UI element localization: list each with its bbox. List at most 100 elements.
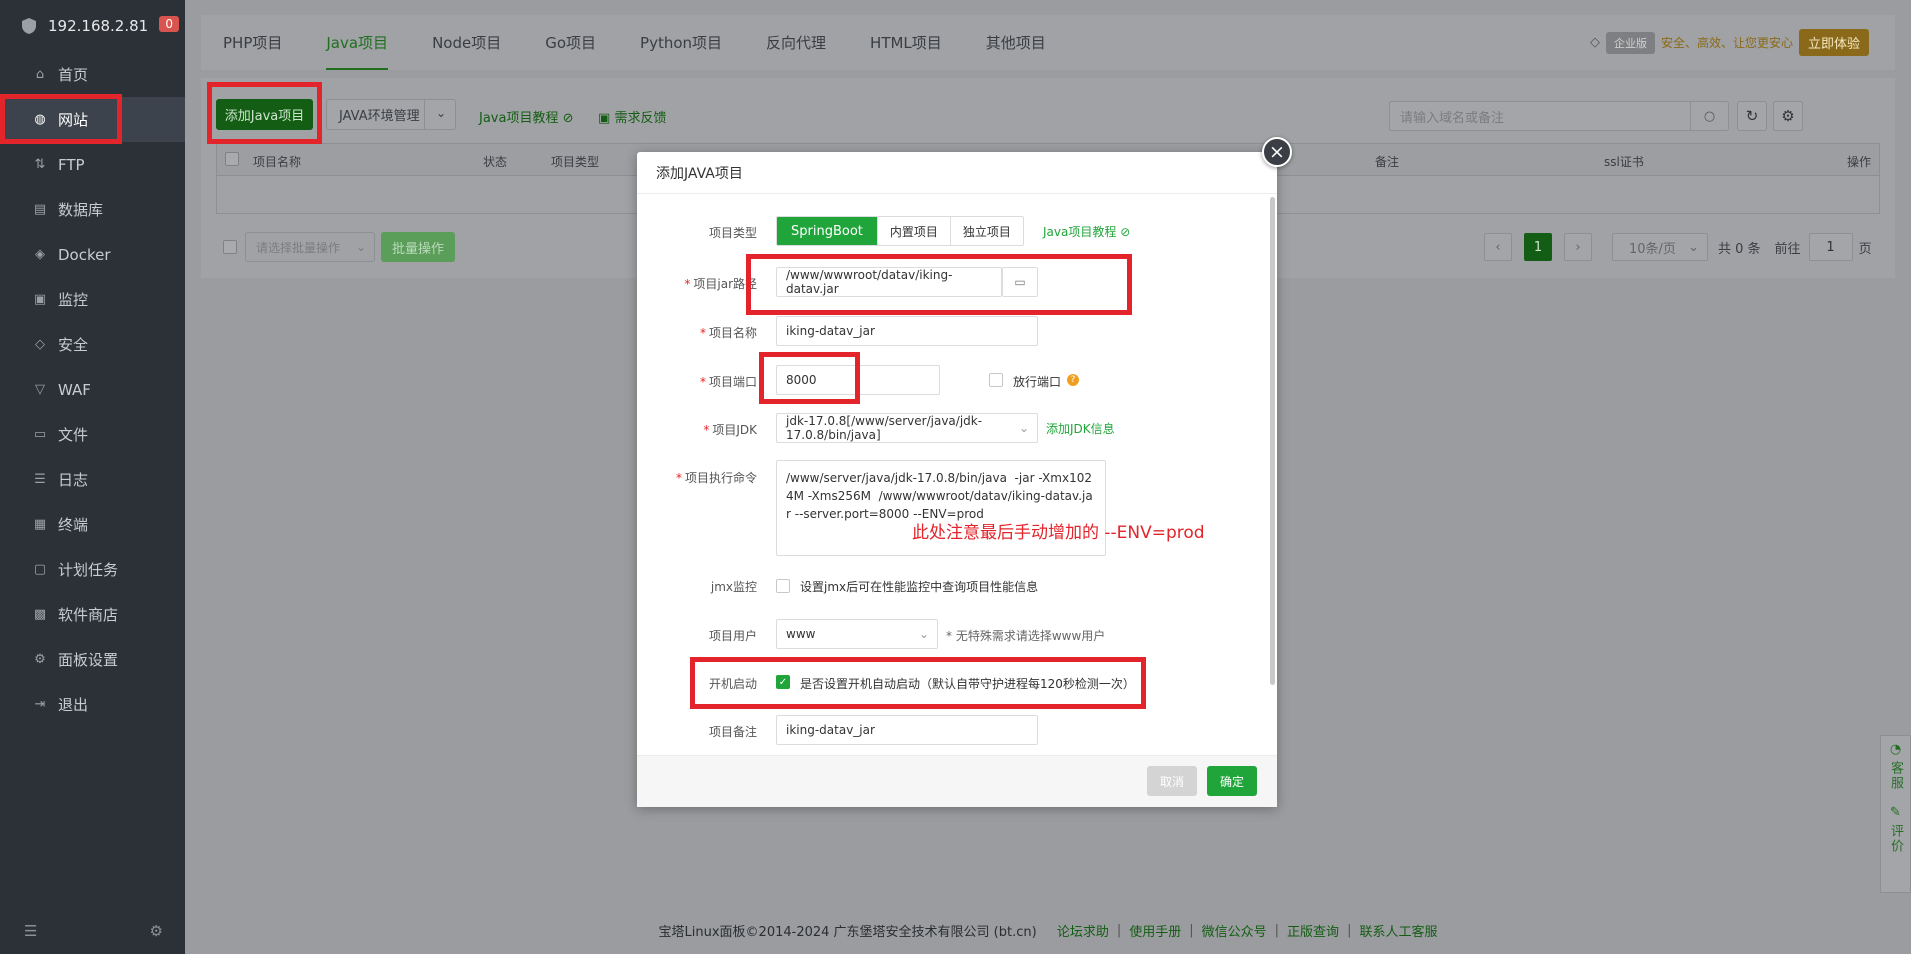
page-size-select[interactable]: 10条/页 ⌄: [1612, 233, 1708, 261]
close-icon[interactable]: ×: [1262, 137, 1292, 167]
notification-badge[interactable]: 0: [159, 16, 179, 32]
chevron-down-icon[interactable]: ⌄: [436, 106, 446, 120]
project-port-label: * 项目端口: [699, 375, 757, 389]
sidebar-item-home[interactable]: ⌂ 首页: [0, 52, 185, 97]
feedback-link[interactable]: ▣ 需求反馈: [598, 107, 666, 126]
sidebar-item-ftp[interactable]: ⇅ FTP: [0, 142, 185, 187]
select-all-checkbox[interactable]: [225, 152, 239, 166]
cancel-button[interactable]: 取消: [1147, 766, 1197, 796]
license-check-link[interactable]: 正版查询: [1287, 921, 1339, 940]
tab-2[interactable]: Node项目: [410, 15, 523, 70]
tab-0[interactable]: PHP项目: [201, 15, 304, 70]
bulk-action-button[interactable]: 批量操作: [381, 232, 455, 262]
sidebar-item-waf[interactable]: ▽ WAF: [0, 367, 185, 412]
forum-link[interactable]: 论坛求助: [1057, 921, 1109, 940]
refresh-icon[interactable]: ↻: [1737, 101, 1767, 131]
project-remark-input[interactable]: iking-datav_jar: [776, 715, 1038, 745]
sidebar-item-settings[interactable]: ⚙ 面板设置: [0, 637, 185, 682]
java-tutorial-link[interactable]: Java项目教程 ⊘: [479, 107, 574, 126]
server-shield-icon: [22, 18, 36, 34]
sidebar-header: 192.168.2.81 0: [0, 0, 185, 52]
chevron-down-icon: ⌄: [1688, 239, 1699, 255]
home-icon: ⌂: [35, 67, 45, 82]
ftp-icon: ⇅: [34, 157, 46, 172]
col-remark: 备注: [1375, 155, 1400, 169]
highlight-port: [759, 352, 860, 404]
bulk-action-select[interactable]: 请选择批量操作 ⌄: [245, 232, 375, 262]
sidebar-item-terminal[interactable]: ▦ 终端: [0, 502, 185, 547]
prev-page-button[interactable]: ‹: [1484, 233, 1512, 261]
search-icon[interactable]: ○: [1690, 102, 1728, 130]
tab-6[interactable]: HTML项目: [848, 15, 964, 70]
sidebar-item-label: 日志: [58, 471, 89, 489]
sidebar-item-label: 退出: [58, 696, 89, 714]
col-actions: 操作: [1847, 155, 1872, 169]
logout-icon: ⇥: [34, 697, 46, 712]
java-env-button[interactable]: JAVA环境管理 ⌄: [326, 99, 456, 130]
collapse-menu-icon[interactable]: ☰: [24, 922, 37, 940]
highlight-jar-path: [746, 254, 1132, 315]
shield-icon: ◇: [35, 337, 45, 352]
help-icon[interactable]: ?: [1067, 374, 1079, 386]
project-remark-label: 项目备注: [708, 725, 757, 739]
java-tutorial-link-modal[interactable]: Java项目教程 ⊘: [1043, 223, 1130, 240]
col-status: 状态: [483, 155, 508, 169]
side-float-panel: ◔ 客服 ✎ 评价: [1880, 735, 1911, 893]
search-input[interactable]: 请输入域名或备注 ○: [1389, 101, 1729, 131]
add-jdk-link[interactable]: 添加JDK信息: [1046, 420, 1115, 437]
manual-link[interactable]: 使用手册: [1129, 921, 1181, 940]
project-name-input[interactable]: iking-datav_jar: [776, 316, 1038, 346]
sidebar-item-database[interactable]: ▤ 数据库: [0, 187, 185, 232]
page-1-button[interactable]: 1: [1524, 233, 1552, 261]
jdk-select[interactable]: jdk-17.0.8[/www/server/java/jdk-17.0.8/b…: [776, 413, 1038, 443]
log-icon: ☰: [34, 472, 46, 487]
open-port-checkbox[interactable]: [989, 373, 1003, 387]
gear-icon[interactable]: ⚙: [1773, 101, 1803, 131]
sidebar-item-shield[interactable]: ◇ 安全: [0, 322, 185, 367]
next-page-button[interactable]: ›: [1564, 233, 1592, 261]
wechat-link[interactable]: 微信公众号: [1202, 921, 1267, 940]
folder-icon: ▭: [33, 427, 47, 442]
sidebar-item-docker[interactable]: ◈ Docker: [0, 232, 185, 277]
sidebar-item-logout[interactable]: ⇥ 退出: [0, 682, 185, 727]
col-name[interactable]: 项目名称: [253, 153, 301, 170]
sidebar-footer: ☰ ⚙: [0, 908, 185, 954]
sidebar-item-folder[interactable]: ▭ 文件: [0, 412, 185, 457]
theme-settings-icon[interactable]: ⚙: [150, 922, 163, 940]
jmx-checkbox[interactable]: [776, 579, 790, 593]
tab-3[interactable]: Go项目: [523, 15, 618, 70]
tab-1[interactable]: Java项目: [304, 15, 410, 70]
type-standalone[interactable]: 独立项目: [949, 217, 1023, 245]
highlight-website-menu: [0, 94, 122, 144]
goto-page-input[interactable]: 1: [1808, 233, 1853, 261]
tab-4[interactable]: Python项目: [618, 15, 744, 70]
sidebar-item-store[interactable]: ▩ 软件商店: [0, 592, 185, 637]
review-button[interactable]: 评价: [1886, 824, 1905, 854]
sidebar-item-label: Docker: [58, 245, 111, 264]
edit-icon[interactable]: ✎: [1890, 805, 1901, 820]
highlight-add-button: [207, 82, 322, 144]
project-user-select[interactable]: www ⌄: [776, 619, 938, 649]
customer-service-button[interactable]: 客服: [1886, 761, 1905, 791]
sidebar-item-monitor[interactable]: ▣ 监控: [0, 277, 185, 322]
sidebar-item-schedule[interactable]: ▢ 计划任务: [0, 547, 185, 592]
confirm-button[interactable]: 确定: [1207, 766, 1257, 796]
col-type: 项目类型: [551, 155, 600, 169]
total-count: 共 0 条: [1718, 241, 1761, 257]
contact-support-link[interactable]: 联系人工客服: [1359, 921, 1437, 940]
sidebar-item-label: 数据库: [58, 201, 104, 219]
sidebar-item-label: 安全: [58, 336, 89, 354]
tab-5[interactable]: 反向代理: [744, 15, 848, 70]
try-now-button[interactable]: 立即体验: [1798, 29, 1869, 56]
type-springboot[interactable]: SpringBoot: [777, 217, 877, 245]
sidebar-item-label: 计划任务: [58, 561, 119, 579]
database-icon: ▤: [33, 202, 47, 217]
headset-icon[interactable]: ◔: [1890, 742, 1901, 757]
diamond-icon: ◇: [1589, 35, 1600, 50]
bulk-checkbox[interactable]: [223, 240, 237, 254]
type-builtin[interactable]: 内置项目: [876, 217, 950, 245]
sidebar-item-log[interactable]: ☰ 日志: [0, 457, 185, 502]
tab-7[interactable]: 其他项目: [964, 15, 1068, 70]
project-type-selector: SpringBoot 内置项目 独立项目: [776, 216, 1024, 246]
dialog-scrollbar[interactable]: [1270, 197, 1275, 685]
